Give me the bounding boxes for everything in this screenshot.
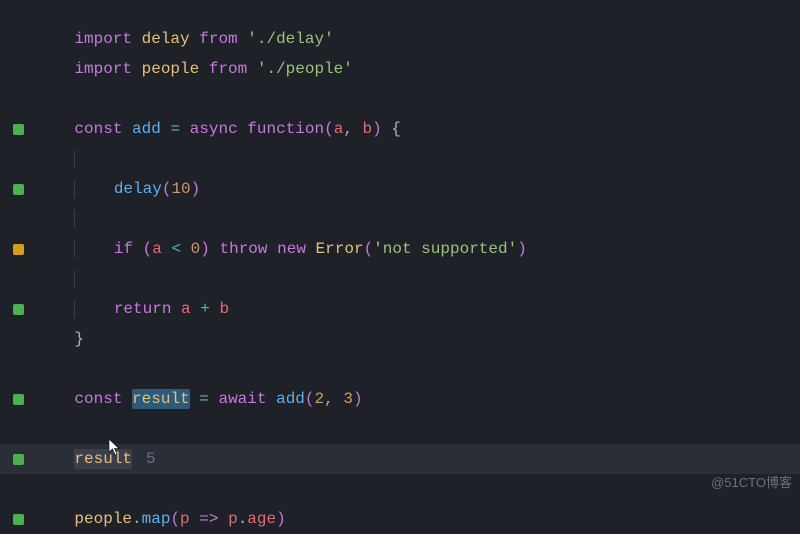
code-line[interactable] — [0, 144, 800, 174]
code-content: import delay from './delay' — [36, 24, 800, 54]
code-line[interactable]: result5 — [0, 444, 800, 474]
gutter — [0, 394, 36, 405]
code-line[interactable]: const result = await add(2, 3) — [0, 384, 800, 414]
code-content: import people from './people' — [36, 54, 800, 84]
code-line[interactable] — [0, 204, 800, 234]
code-line[interactable]: import delay from './delay' — [0, 24, 800, 54]
code-content: return a + b — [36, 294, 800, 324]
gutter — [0, 124, 36, 135]
code-line[interactable] — [0, 84, 800, 114]
coverage-marker-icon — [13, 394, 24, 405]
code-content: delay(10) — [36, 174, 800, 204]
code-line[interactable]: return a + b — [0, 294, 800, 324]
watermark: @51CTO博客 — [711, 471, 792, 496]
code-content — [36, 204, 800, 234]
gutter — [0, 304, 36, 315]
gutter — [0, 454, 36, 465]
code-line[interactable] — [0, 264, 800, 294]
inline-value: 5 — [146, 450, 156, 468]
code-editor[interactable]: import delay from './delay' import peopl… — [0, 0, 800, 534]
code-line[interactable]: const add = async function(a, b) { — [0, 114, 800, 144]
coverage-marker-icon — [13, 124, 24, 135]
coverage-marker-icon — [13, 244, 24, 255]
coverage-marker-icon — [13, 454, 24, 465]
code-content: const result = await add(2, 3) — [36, 384, 800, 414]
code-line[interactable]: if (a < 0) throw new Error('not supporte… — [0, 234, 800, 264]
gutter — [0, 514, 36, 525]
code-line[interactable]: } — [0, 324, 800, 354]
code-line[interactable] — [0, 354, 800, 384]
code-line[interactable]: people.map(p => p.age) — [0, 504, 800, 534]
coverage-marker-icon — [13, 304, 24, 315]
code-content: } — [36, 324, 800, 354]
gutter — [0, 184, 36, 195]
code-content — [36, 144, 800, 174]
code-content: if (a < 0) throw new Error('not supporte… — [36, 234, 800, 264]
code-line[interactable] — [0, 414, 800, 444]
code-line[interactable]: delay(10) — [0, 174, 800, 204]
code-content — [36, 264, 800, 294]
coverage-marker-icon — [13, 514, 24, 525]
code-content: const add = async function(a, b) { — [36, 114, 800, 144]
coverage-marker-icon — [13, 184, 24, 195]
code-content: people.map(p => p.age) — [36, 504, 800, 534]
code-content: result5 — [36, 444, 800, 474]
code-line[interactable]: import people from './people' — [0, 54, 800, 84]
gutter — [0, 244, 36, 255]
